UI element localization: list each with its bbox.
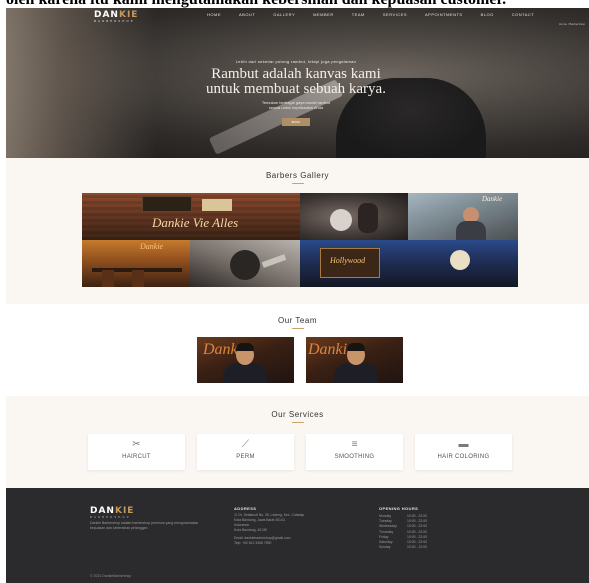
- services-title: Our Services: [271, 410, 324, 419]
- team-member-2-hair: [347, 343, 365, 351]
- gallery-section: Barbers Gallery Dankie Vie Alles Dankie …: [6, 158, 589, 304]
- footer-address-block: Jl. Dr. Setiabudi No. 35, Ledeng, Kec. C…: [234, 513, 304, 546]
- footer-hours-table: Monday 10:00 - 22:00 Tuesday 10:00 - 22:00…: [379, 514, 427, 550]
- footer-logo-tagline: BARBERSHOP: [90, 515, 131, 519]
- hours-day: Sunday: [379, 545, 391, 550]
- hero-subtitle: Temukan berbagai gaya model rambut sesua…: [146, 100, 446, 110]
- hero-kicker: Lebih dari sekedar potong rambut, tetapi…: [235, 59, 357, 64]
- team-member-1-hair: [236, 343, 254, 351]
- hero-content: Lebih dari sekedar potong rambut, tetapi…: [146, 59, 446, 128]
- footer-phone[interactable]: Telp: +62 812 3456 7890: [234, 541, 304, 546]
- nav-member[interactable]: MEMBER: [313, 12, 334, 17]
- service-card-haircut[interactable]: ✂ HAIRCUT: [88, 434, 185, 470]
- hero-left-light: [6, 8, 156, 158]
- nav-home[interactable]: HOME: [207, 12, 221, 17]
- gallery-interior-neon: Dankie: [140, 242, 164, 251]
- gallery-neon-sign: Dankie: [482, 195, 503, 203]
- service-card-hair-coloring[interactable]: ▬ HAIR COLORING: [415, 434, 512, 470]
- services-section: Our Services ✂ HAIRCUT ⟋ PERM ≡ SMOOTHIN…: [6, 396, 589, 488]
- top-caption-text: oleh karena itu kami mengutamakan kebers…: [6, 0, 506, 8]
- hero-title: Rambut adalah kanvas kami untuk membuat …: [146, 67, 446, 97]
- comb-icon: ≡: [351, 439, 358, 450]
- copyright-text: © 2021 DankieBarbershop: [90, 574, 132, 578]
- gallery-title: Barbers Gallery: [265, 171, 330, 180]
- logo-tagline: BARBERSHOP: [94, 19, 135, 23]
- team-member-2[interactable]: Dankie: [306, 337, 403, 383]
- scissors-icon: ✂: [132, 439, 141, 450]
- gallery-divider: [291, 182, 304, 185]
- spray-icon: ⟋: [242, 439, 249, 450]
- brand-logo[interactable]: DANKIE BARBERSHOP: [94, 10, 138, 23]
- team-divider: [291, 327, 304, 330]
- hero-title-line-1: Rambut adalah kanvas kami: [211, 66, 381, 82]
- hours-time: 10:00 - 22:00: [407, 545, 427, 550]
- gallery-image-barber-chair[interactable]: Dankie: [408, 193, 518, 240]
- team-section: Our Team Dankie Dankie: [6, 304, 589, 396]
- service-label-hair-coloring: HAIR COLORING: [437, 454, 490, 460]
- nav-about[interactable]: ABOUT: [239, 12, 255, 17]
- gallery-image-hollywood-sign[interactable]: Hollywood: [300, 240, 518, 287]
- team-member-1-body: [223, 363, 267, 383]
- footer-address-title: ADDRESS: [234, 506, 257, 511]
- top-nav: DANKIE BARBERSHOP HOME ABOUT GALLERY MEM…: [6, 8, 589, 23]
- team-title: Our Team: [278, 316, 317, 325]
- hero-banner: DANKIE BARBERSHOP HOME ABOUT GALLERY MEM…: [6, 8, 589, 158]
- footer: DANKIE BARBERSHOP Dankie Barbershop adal…: [6, 488, 589, 583]
- team-member-1[interactable]: Dankie: [197, 337, 294, 383]
- gallery-sign-text: Dankie Vie Alles: [152, 215, 239, 230]
- gallery-image-storefront[interactable]: Dankie Vie Alles: [82, 193, 300, 240]
- nav-appointments[interactable]: APPOINTMENTS: [425, 12, 463, 17]
- nav-gallery[interactable]: GALLERY: [273, 12, 295, 17]
- gallery-hollywood-text: Hollywood: [330, 256, 366, 265]
- nav-contact[interactable]: CONTACT: [512, 12, 535, 17]
- services-divider: [291, 421, 304, 424]
- gallery-image-interior[interactable]: Dankie: [82, 240, 190, 287]
- team-member-2-body: [334, 363, 378, 383]
- top-caption-strip: oleh karena itu kami mengutamakan kebers…: [0, 0, 589, 8]
- service-label-perm: PERM: [236, 454, 255, 460]
- footer-address-line: Kota Bandung, 40135: [234, 528, 267, 532]
- breadcrumb: Home / Barbershop: [558, 22, 585, 26]
- book-button[interactable]: BOOK: [282, 118, 310, 126]
- gallery-image-haircut-closeup[interactable]: [190, 240, 300, 287]
- nav-blog[interactable]: BLOG: [481, 12, 494, 17]
- nav-links: HOME ABOUT GALLERY MEMBER TEAM SERVICES …: [207, 12, 552, 17]
- service-card-perm[interactable]: ⟋ PERM: [197, 434, 294, 470]
- hero-subtitle-line-2: sesuai untuk kepribadian Anda: [268, 105, 324, 110]
- nav-services[interactable]: SERVICES: [383, 12, 407, 17]
- footer-description: Dankie Barbershop adalah barbershop prem…: [90, 521, 199, 530]
- nav-team[interactable]: TEAM: [352, 12, 365, 17]
- gallery-image-barbers-working[interactable]: [300, 193, 408, 240]
- service-label-haircut: HAIRCUT: [122, 454, 151, 460]
- service-label-smoothing: SMOOTHING: [334, 454, 375, 460]
- brush-icon: ▬: [458, 439, 469, 450]
- footer-hours-title: OPENING HOURS: [379, 506, 419, 511]
- service-card-smoothing[interactable]: ≡ SMOOTHING: [306, 434, 403, 470]
- footer-logo[interactable]: DANKIE BARBERSHOP: [90, 506, 134, 519]
- hero-title-line-2: untuk membuat sebuah karya.: [206, 81, 386, 97]
- hours-row: Sunday 10:00 - 22:00: [379, 545, 427, 550]
